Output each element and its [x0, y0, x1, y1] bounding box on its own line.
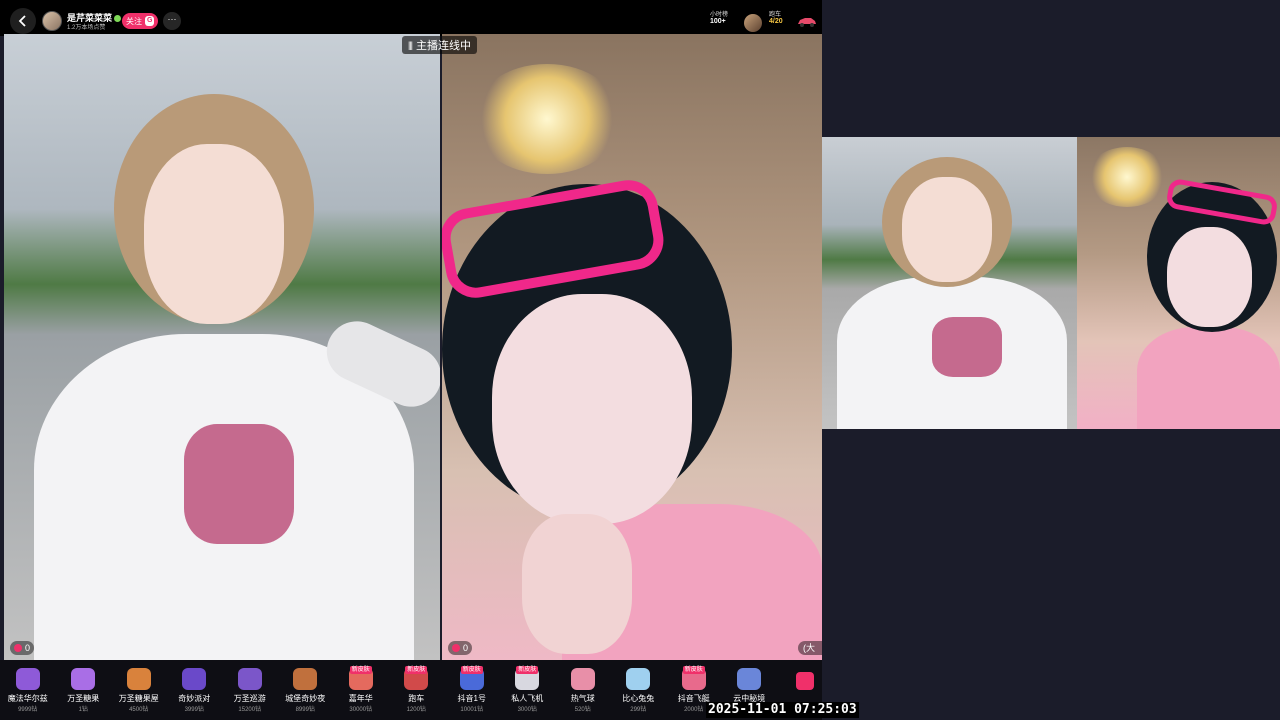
- gift-price: 299钻: [630, 707, 647, 713]
- gift-item[interactable]: 奇妙派对 3999钻: [167, 660, 223, 720]
- hourly-rank[interactable]: 小时榜 100+: [710, 9, 740, 31]
- gift-name: 万圣糖果屋: [118, 694, 159, 703]
- preview-host: [822, 137, 1077, 429]
- new-skin-badge: 新皮肤: [349, 666, 372, 674]
- gift-item[interactable]: 新皮肤嘉年华 30000钻: [333, 660, 389, 720]
- gift-icon: [15, 668, 40, 690]
- gift-price: 15200钻: [238, 707, 262, 713]
- gift-price: 8999钻: [295, 707, 315, 713]
- sports-car-icon: [798, 18, 816, 27]
- gift-price: 3000钻: [517, 707, 537, 713]
- gift-name: 奇妙派对: [178, 694, 211, 703]
- new-skin-badge: 新皮肤: [682, 666, 705, 674]
- gift-bar: 魔法华尔兹 9999钻 万圣糖果 1钻 万圣糖果屋 4500钻 奇妙派对 3999钻 万…: [0, 660, 822, 720]
- more-button[interactable]: ···: [163, 12, 181, 30]
- car-task[interactable]: 跑车 4/20: [769, 9, 795, 31]
- gift-price: 9999钻: [18, 707, 38, 713]
- gift-icon: [570, 668, 595, 690]
- preview-guest-face: [1167, 227, 1252, 327]
- link-status-badge: ||| 主播连线中: [402, 36, 478, 54]
- gift-item[interactable]: 新皮肤跑车 1200钻: [389, 660, 445, 720]
- gift-price: 1钻: [78, 707, 88, 713]
- guest-score-value: 0: [463, 643, 469, 653]
- gift-price: 520钻: [574, 707, 591, 713]
- preview-guest-top: [1137, 327, 1280, 429]
- gift-panel-button[interactable]: [796, 672, 814, 690]
- gift-item[interactable]: 热气球 520钻: [555, 660, 611, 720]
- rank-title: 小时榜: [710, 12, 729, 18]
- gift-icon: [737, 668, 762, 690]
- gift-name: 跑车: [408, 694, 425, 703]
- score-icon: [14, 644, 22, 652]
- chevron-left-icon: [18, 15, 26, 27]
- gift-name: 万圣巡游: [233, 694, 266, 703]
- gift-price: 30000钻: [349, 707, 373, 713]
- link-status-text: 主播连线中: [416, 40, 472, 52]
- preview-host-bow: [932, 317, 1002, 377]
- verified-icon: [114, 15, 122, 23]
- gift-item[interactable]: 万圣糖果 1钻: [56, 660, 112, 720]
- guest-figure-face: [492, 294, 692, 524]
- lamp-glow: [472, 64, 622, 174]
- gift-item[interactable]: 新皮肤私人飞机 3000钻: [500, 660, 556, 720]
- gift-price: 1200钻: [406, 707, 426, 713]
- gift-item[interactable]: 万圣巡游 15200钻: [222, 660, 278, 720]
- guest-video[interactable]: [442, 34, 822, 660]
- gift-name: 私人飞机: [511, 694, 544, 703]
- preview-guest: [1077, 137, 1280, 429]
- gift-item[interactable]: 新皮肤抖音1号 10001钻: [444, 660, 500, 720]
- car-title: 跑车: [769, 12, 782, 18]
- host-figure-face: [144, 144, 284, 324]
- host-video[interactable]: [4, 34, 440, 660]
- host-score-value: 0: [25, 643, 31, 653]
- gift-icon: [237, 668, 262, 690]
- gift-price: 4500钻: [129, 707, 149, 713]
- fan-badge: G: [145, 16, 155, 26]
- gift-icon: [71, 668, 96, 690]
- gift-item[interactable]: 城堡奇妙夜 8999钻: [278, 660, 334, 720]
- back-button[interactable]: [10, 8, 36, 34]
- recording-timestamp: 2025-11-01 07:25:03: [706, 702, 859, 718]
- host-score[interactable]: 0: [10, 641, 35, 655]
- guest-figure-hand: [522, 514, 632, 654]
- gift-name: 嘉年华: [348, 694, 373, 703]
- new-skin-badge: 新皮肤: [516, 666, 539, 674]
- gift-name: 抖音1号: [457, 694, 486, 703]
- gift-name: 比心兔兔: [622, 694, 655, 703]
- rank-value: 100+: [710, 18, 726, 25]
- top-viewer-avatar[interactable]: [744, 14, 762, 32]
- gift-price: 2000钻: [684, 707, 704, 713]
- preview-lamp-glow: [1087, 147, 1167, 207]
- host-figure-bow: [184, 424, 294, 544]
- top-bar: 是芹菜菜菜 1.2万本场点赞 关注 G ··· 小时榜 100+ 跑车 4/20: [0, 0, 822, 36]
- gift-icon: [293, 668, 318, 690]
- follow-label: 关注: [126, 16, 142, 26]
- preview-host-face: [902, 177, 992, 282]
- gift-name: 魔法华尔兹: [7, 694, 48, 703]
- sound-wave-icon: |||: [408, 40, 413, 50]
- gift-icon: [626, 668, 651, 690]
- gift-price: 10001钻: [460, 707, 484, 713]
- gift-name: 万圣糖果: [67, 694, 100, 703]
- host-avatar[interactable]: [42, 11, 62, 31]
- gift-item[interactable]: 比心兔兔 299钻: [611, 660, 667, 720]
- gift-price: 3999钻: [184, 707, 204, 713]
- gift-item[interactable]: 万圣糖果屋 4500钻: [111, 660, 167, 720]
- new-skin-badge: 新皮肤: [460, 666, 483, 674]
- gift-item[interactable]: 魔法华尔兹 9999钻: [0, 660, 56, 720]
- gift-icon: [126, 668, 151, 690]
- guest-score[interactable]: 0: [448, 641, 473, 655]
- host-likes: 1.2万本场点赞: [67, 25, 106, 31]
- side-panel-tab[interactable]: (大: [798, 641, 822, 655]
- link-preview[interactable]: [822, 137, 1280, 429]
- gift-name: 热气球: [570, 694, 595, 703]
- gift-name: 抖音飞艇: [677, 694, 710, 703]
- gift-icon: [182, 668, 207, 690]
- follow-button[interactable]: 关注 G: [122, 13, 159, 29]
- new-skin-badge: 新皮肤: [405, 666, 428, 674]
- car-progress: 4/20: [769, 18, 783, 25]
- gift-name: 城堡奇妙夜: [285, 694, 326, 703]
- score-icon: [452, 644, 460, 652]
